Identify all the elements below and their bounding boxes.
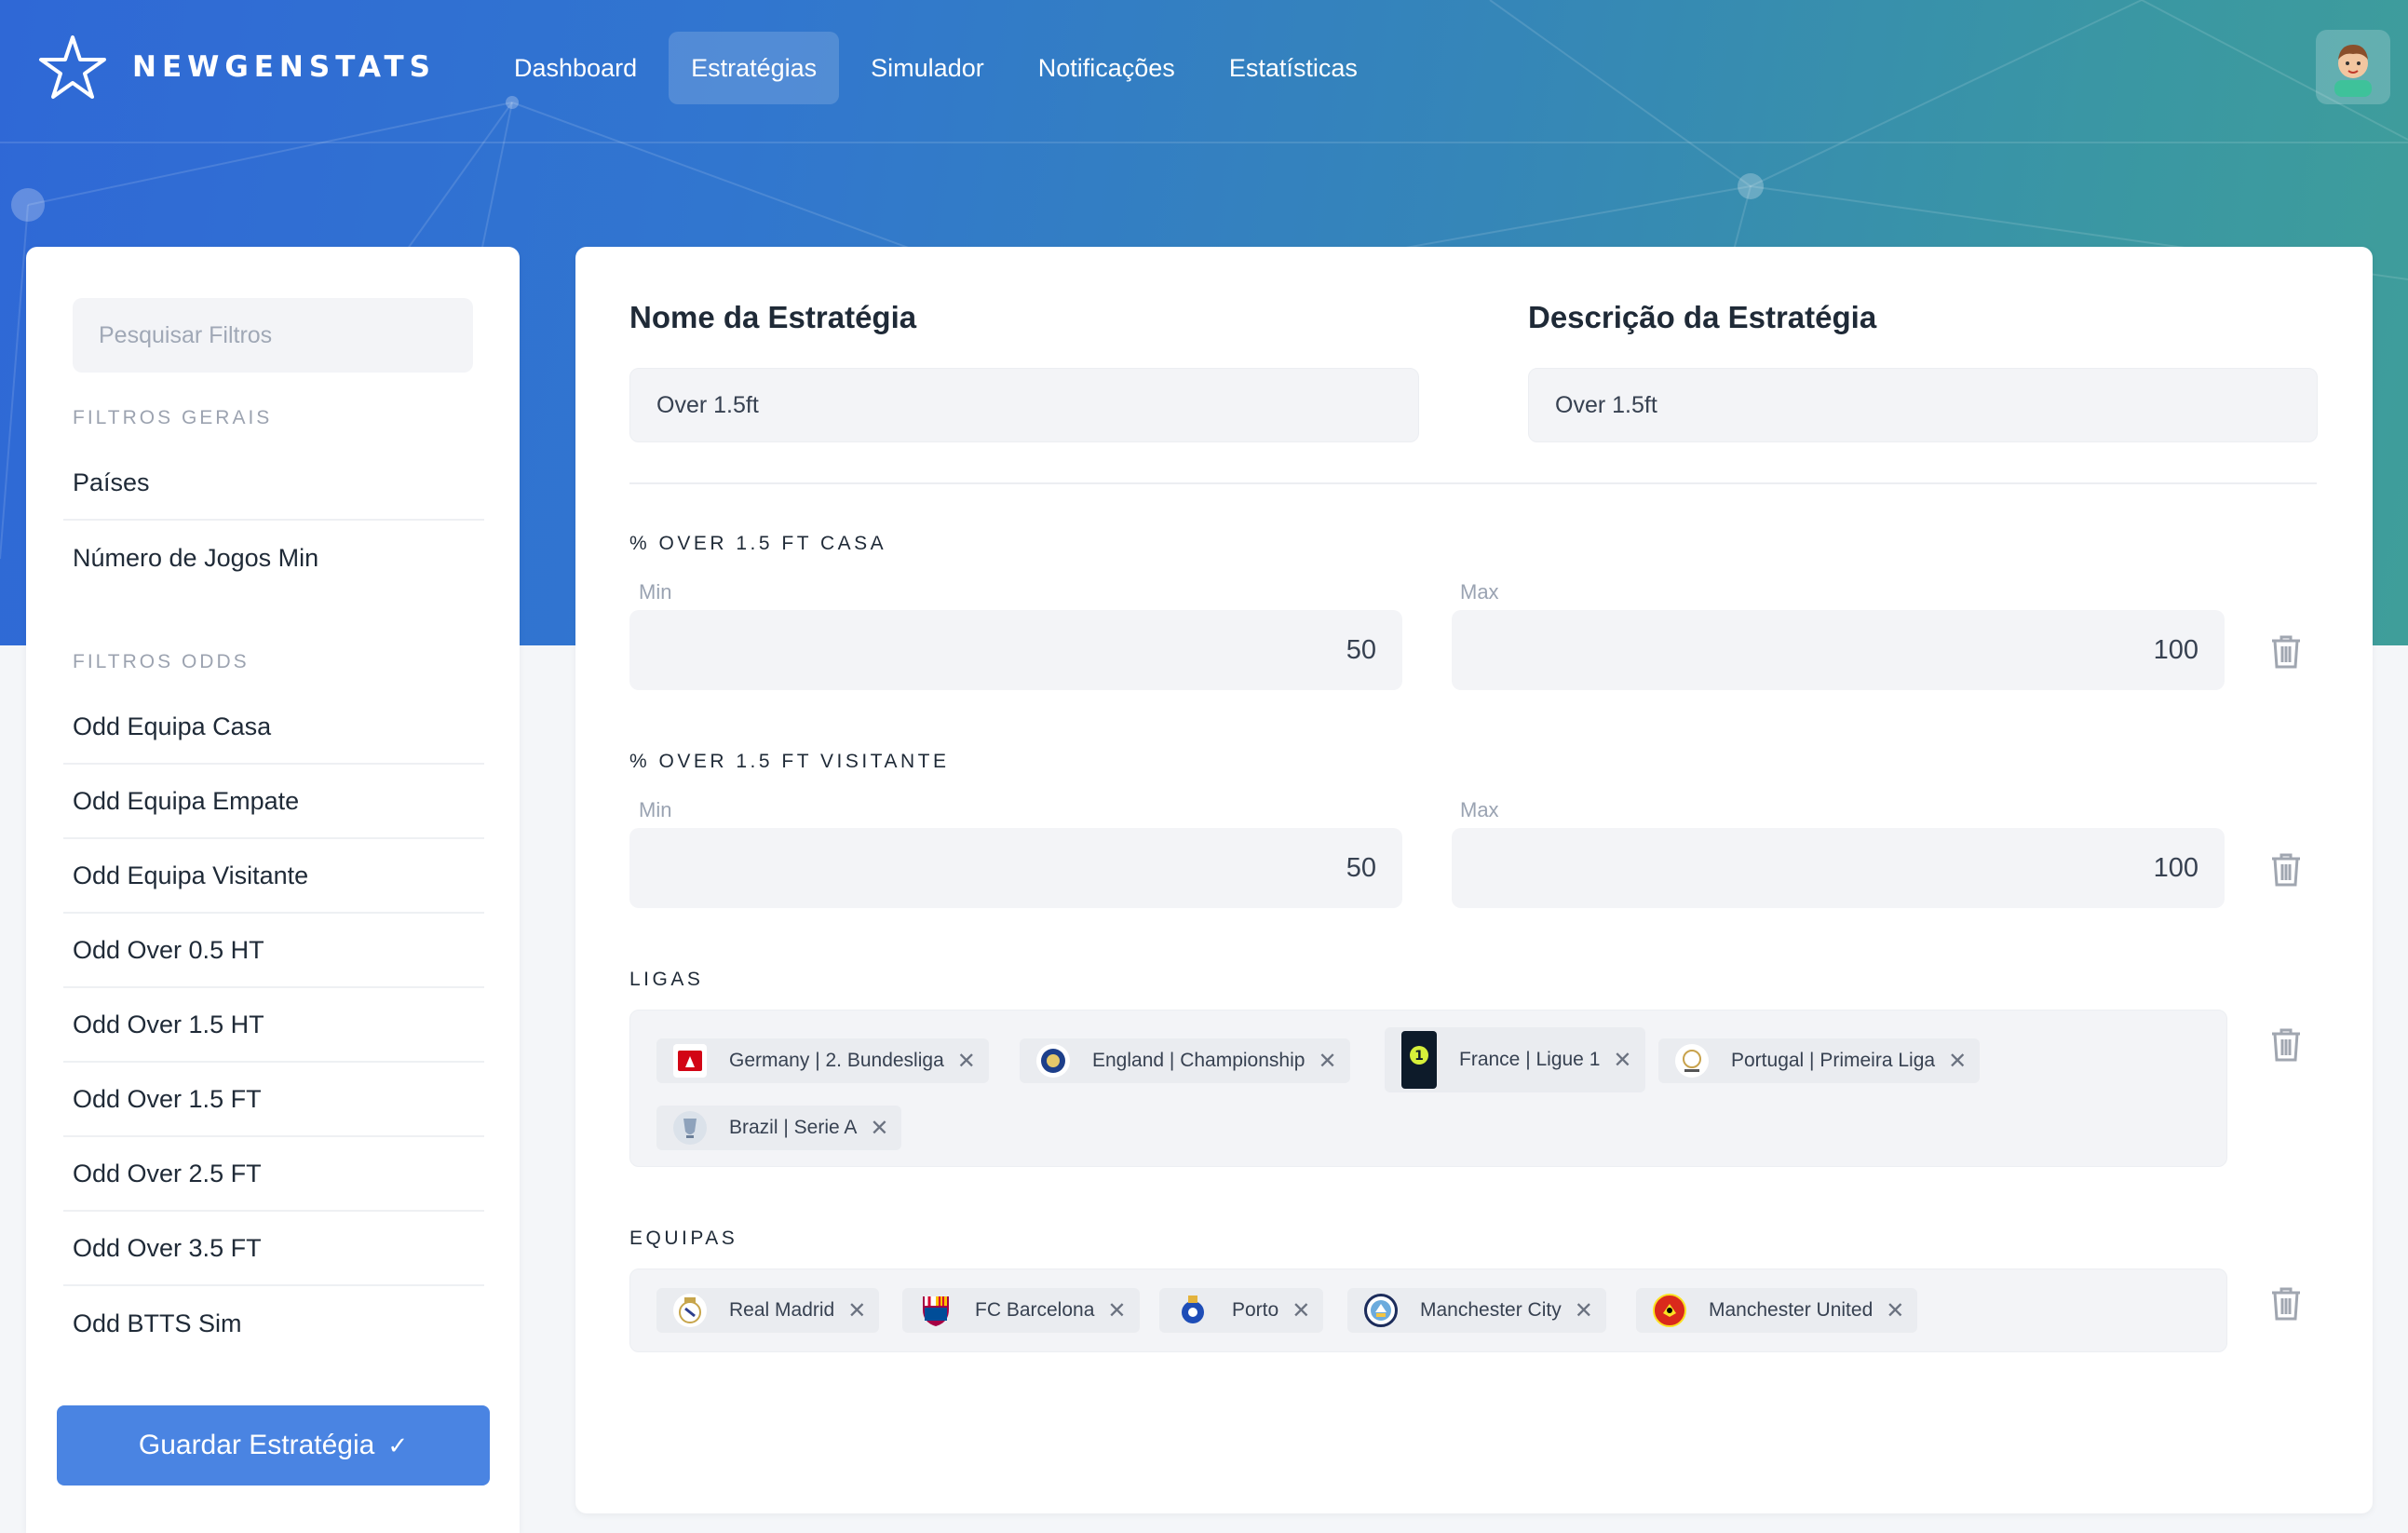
user-avatar[interactable]	[2316, 30, 2390, 104]
over-away-max-input[interactable]: 100	[1452, 828, 2225, 908]
brand-logo[interactable]: NEWGENSTATS	[37, 32, 436, 102]
filter-item-odd-empate[interactable]: Odd Equipa Empate	[63, 765, 484, 839]
strategy-name-title: Nome da Estratégia	[629, 300, 917, 334]
remove-tag-x-icon[interactable]: ✕	[1948, 1048, 1967, 1075]
svg-text:1: 1	[1414, 1049, 1424, 1064]
team-tag-label: Manchester City	[1420, 1299, 1562, 1321]
brasileirao-logo-icon	[673, 1111, 707, 1145]
over-home-title: % OVER 1.5 FT CASA	[629, 533, 887, 554]
remove-tag-x-icon[interactable]: ✕	[1613, 1047, 1631, 1074]
manchester-united-crest-icon	[1653, 1294, 1686, 1327]
user-avatar-icon	[2334, 45, 2372, 97]
general-filters-list: Países Número de Jogos Min	[63, 446, 484, 595]
filter-item-odd-btts-sim[interactable]: Odd BTTS Sim	[63, 1286, 484, 1361]
team-tag: Real Madrid ✕	[656, 1288, 880, 1333]
checkmark-icon: ✓	[387, 1431, 409, 1459]
remove-tag-x-icon[interactable]: ✕	[1886, 1297, 1904, 1324]
over-away-max-label: Max	[1460, 798, 1499, 821]
delete-teams-trash-icon[interactable]	[2270, 1286, 2302, 1322]
filter-item-odd-over-05-ht[interactable]: Odd Over 0.5 HT	[63, 914, 484, 988]
nav-simulador[interactable]: Simulador	[848, 32, 1007, 104]
team-tag-label: Real Madrid	[729, 1299, 835, 1321]
league-tag-label: France | Ligue 1	[1459, 1049, 1601, 1070]
bundesliga-logo-icon	[673, 1044, 707, 1078]
nav-estrategias[interactable]: Estratégias	[669, 32, 840, 104]
odds-filters-title: FILTROS ODDS	[73, 651, 250, 672]
save-strategy-label: Guardar Estratégia	[138, 1430, 375, 1460]
over-home-max-label: Max	[1460, 580, 1499, 604]
championship-logo-icon	[1036, 1044, 1070, 1078]
filter-search-input[interactable]	[73, 298, 473, 373]
delete-over-home-trash-icon[interactable]	[2270, 634, 2302, 670]
filter-item-odd-over-15-ft[interactable]: Odd Over 1.5 FT	[63, 1063, 484, 1137]
league-tag: Brazil | Serie A ✕	[656, 1106, 902, 1150]
league-tag: Portugal | Primeira Liga ✕	[1658, 1038, 1981, 1083]
strategy-editor: Nome da Estratégia Over 1.5ft Descrição …	[575, 247, 2373, 1513]
delete-leagues-trash-icon[interactable]	[2270, 1027, 2302, 1063]
over-home-min-label: Min	[639, 580, 672, 604]
team-tag-label: Manchester United	[1709, 1299, 1874, 1321]
over-home-min-input[interactable]: 50	[629, 610, 1402, 690]
primeira-liga-logo-icon	[1675, 1044, 1709, 1078]
team-tag: Manchester City ✕	[1347, 1288, 1606, 1333]
over-home-max-input[interactable]: 100	[1452, 610, 2225, 690]
fc-barcelona-crest-icon	[919, 1294, 953, 1327]
teams-tag-box[interactable]: Real Madrid ✕ FC Barcelona ✕ Porto ✕ Man…	[629, 1268, 2227, 1352]
league-tag-label: Germany | 2. Bundesliga	[729, 1050, 944, 1071]
team-tag: FC Barcelona ✕	[902, 1288, 1140, 1333]
remove-tag-x-icon[interactable]: ✕	[957, 1048, 976, 1075]
team-tag-label: FC Barcelona	[975, 1299, 1095, 1321]
main-nav: Dashboard Estratégias Simulador Notifica…	[492, 32, 1389, 104]
nav-dashboard[interactable]: Dashboard	[492, 32, 659, 104]
league-tag: Germany | 2. Bundesliga ✕	[656, 1038, 989, 1083]
delete-over-away-trash-icon[interactable]	[2270, 852, 2302, 888]
over-away-min-label: Min	[639, 798, 672, 821]
remove-tag-x-icon[interactable]: ✕	[1292, 1297, 1310, 1324]
over-away-min-input[interactable]: 50	[629, 828, 1402, 908]
team-tag: Manchester United ✕	[1636, 1288, 1918, 1333]
remove-tag-x-icon[interactable]: ✕	[870, 1115, 888, 1142]
filter-item-odd-visitante[interactable]: Odd Equipa Visitante	[63, 839, 484, 914]
strategy-name-input[interactable]: Over 1.5ft	[629, 368, 1419, 442]
filter-item-odd-over-35-ft[interactable]: Odd Over 3.5 FT	[63, 1212, 484, 1286]
league-tag: 1 France | Ligue 1 ✕	[1385, 1027, 1645, 1092]
strategy-description-input[interactable]: Over 1.5ft	[1528, 368, 2318, 442]
league-tag-label: Portugal | Primeira Liga	[1731, 1050, 1936, 1071]
remove-tag-x-icon[interactable]: ✕	[1318, 1048, 1336, 1075]
nav-estatisticas[interactable]: Estatísticas	[1207, 32, 1380, 104]
nav-notificacoes[interactable]: Notificações	[1016, 32, 1197, 104]
filter-item-odd-casa[interactable]: Odd Equipa Casa	[63, 690, 484, 765]
top-navbar: NEWGENSTATS Dashboard Estratégias Simula…	[0, 0, 2408, 140]
real-madrid-crest-icon	[673, 1294, 707, 1327]
manchester-city-crest-icon	[1364, 1294, 1398, 1327]
odds-filters-list: Odd Equipa Casa Odd Equipa Empate Odd Eq…	[63, 690, 484, 1361]
filter-item-odd-over-25-ft[interactable]: Odd Over 2.5 FT	[63, 1137, 484, 1212]
brand-name: NEWGENSTATS	[132, 50, 437, 84]
leagues-title: LIGAS	[629, 969, 704, 990]
save-strategy-button[interactable]: Guardar Estratégia ✓	[57, 1405, 490, 1486]
filters-sidebar: FILTROS GERAIS Países Número de Jogos Mi…	[26, 247, 520, 1533]
filter-item-numero-jogos-min[interactable]: Número de Jogos Min	[63, 521, 484, 595]
ligue1-logo-icon: 1	[1401, 1031, 1437, 1089]
team-tag: Porto ✕	[1159, 1288, 1324, 1333]
league-tag-label: Brazil | Serie A	[729, 1117, 858, 1138]
team-tag-label: Porto	[1232, 1299, 1279, 1321]
general-filters-title: FILTROS GERAIS	[73, 407, 273, 428]
league-tag-label: England | Championship	[1092, 1050, 1305, 1071]
porto-crest-icon	[1176, 1294, 1210, 1327]
header-divider	[0, 142, 2408, 143]
remove-tag-x-icon[interactable]: ✕	[847, 1297, 866, 1324]
strategy-description-title: Descrição da Estratégia	[1528, 300, 1877, 334]
teams-title: EQUIPAS	[629, 1228, 738, 1249]
league-tag: England | Championship ✕	[1020, 1038, 1350, 1083]
remove-tag-x-icon[interactable]: ✕	[1575, 1297, 1593, 1324]
filter-item-paises[interactable]: Países	[63, 446, 484, 521]
leagues-tag-box[interactable]: Germany | 2. Bundesliga ✕ England | Cham…	[629, 1010, 2227, 1167]
remove-tag-x-icon[interactable]: ✕	[1107, 1297, 1126, 1324]
over-away-title: % OVER 1.5 FT VISITANTE	[629, 751, 950, 772]
section-divider	[629, 482, 2317, 484]
star-logo-icon	[39, 35, 106, 99]
filter-item-odd-over-15-ht[interactable]: Odd Over 1.5 HT	[63, 988, 484, 1063]
